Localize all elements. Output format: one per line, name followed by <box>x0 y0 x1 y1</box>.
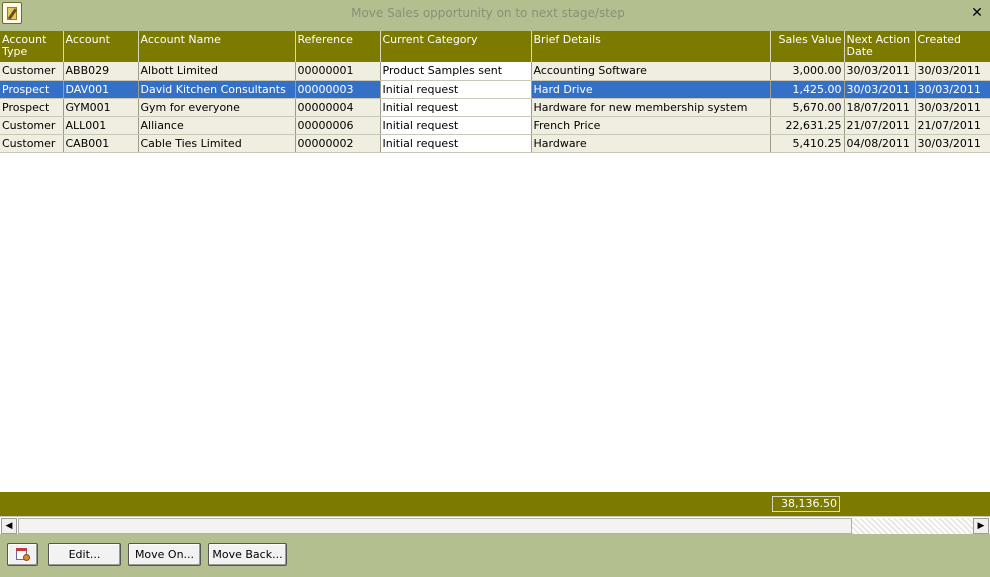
cell-account-name: David Kitchen Consultants <box>138 80 296 99</box>
cell-sales-value: 1,425.00 <box>770 80 845 99</box>
cell-brief-details: Accounting Software <box>531 62 771 81</box>
cell-account: DAV001 <box>63 80 139 99</box>
edit-button[interactable]: Edit... <box>48 543 121 566</box>
table-row[interactable]: Prospect GYM001 Gym for everyone 0000000… <box>0 98 990 117</box>
column-header-account[interactable]: Account <box>63 31 139 62</box>
cell-current-category: Initial request <box>380 80 532 99</box>
column-header-reference[interactable]: Reference <box>295 31 381 62</box>
cell-next-action-date: 21/07/2011 <box>844 116 916 135</box>
cell-account: ALL001 <box>63 116 139 135</box>
cell-account-name: Albott Limited <box>138 62 296 81</box>
column-header-brief-details[interactable]: Brief Details <box>531 31 771 62</box>
cell-brief-details: Hardware <box>531 134 771 153</box>
cell-current-category: Initial request <box>380 116 532 135</box>
cell-next-action-date: 30/03/2011 <box>844 62 916 81</box>
cell-account-type: Customer <box>0 116 64 135</box>
cell-account-name: Alliance <box>138 116 296 135</box>
move-on-button[interactable]: Move On... <box>128 543 201 566</box>
cell-account: ABB029 <box>63 62 139 81</box>
totals-bar: 38,136.50 <box>0 492 990 516</box>
cell-reference: 00000002 <box>295 134 381 153</box>
cell-reference: 00000006 <box>295 116 381 135</box>
header-row: Account Type Account Account Name Refere… <box>0 31 990 62</box>
table-row[interactable]: Customer CAB001 Cable Ties Limited 00000… <box>0 134 990 153</box>
cell-next-action-date: 18/07/2011 <box>844 98 916 117</box>
cell-account: GYM001 <box>63 98 139 117</box>
calendar-icon <box>16 547 30 561</box>
cell-next-action-date: 04/08/2011 <box>844 134 916 153</box>
cell-account-type: Customer <box>0 62 64 81</box>
cell-sales-value: 5,410.25 <box>770 134 845 153</box>
scroll-left-arrow-icon[interactable]: ◀ <box>1 518 17 534</box>
table-row[interactable]: Customer ABB029 Albott Limited 00000001 … <box>0 62 990 81</box>
column-header-next-action-date[interactable]: Next Action Date <box>844 31 916 62</box>
scroll-track[interactable] <box>852 518 973 534</box>
cell-sales-value: 5,670.00 <box>770 98 845 117</box>
cell-account-name: Cable Ties Limited <box>138 134 296 153</box>
cell-created: 30/03/2011 <box>915 80 990 99</box>
table-row[interactable]: Customer ALL001 Alliance 00000006 Initia… <box>0 116 990 135</box>
cell-brief-details: Hardware for new membership system <box>531 98 771 117</box>
column-header-sales-value[interactable]: Sales Value <box>770 31 845 62</box>
opportunity-grid: Account Type Account Account Name Refere… <box>0 31 990 492</box>
column-header-current-category[interactable]: Current Category <box>380 31 532 62</box>
cell-reference: 00000004 <box>295 98 381 117</box>
cell-sales-value: 22,631.25 <box>770 116 845 135</box>
cell-created: 30/03/2011 <box>915 62 990 81</box>
column-header-account-name[interactable]: Account Name <box>138 31 296 62</box>
scroll-thumb[interactable] <box>18 518 852 534</box>
column-header-created[interactable]: Created <box>915 31 990 62</box>
cell-created: 21/07/2011 <box>915 116 990 135</box>
column-header-account-type[interactable]: Account Type <box>0 31 64 62</box>
scroll-right-arrow-icon[interactable]: ▶ <box>973 518 989 534</box>
cell-created: 30/03/2011 <box>915 98 990 117</box>
horizontal-scrollbar[interactable]: ◀ ▶ <box>0 516 990 534</box>
cell-current-category: Product Samples sent <box>380 62 532 81</box>
cell-account-type: Prospect <box>0 80 64 99</box>
close-button[interactable]: ✕ <box>968 5 986 21</box>
footer-toolbar: Edit... Move On... Move Back... <box>0 535 990 577</box>
cell-account-type: Prospect <box>0 98 64 117</box>
cell-current-category: Initial request <box>380 134 532 153</box>
cell-created: 30/03/2011 <box>915 134 990 153</box>
cell-account-type: Customer <box>0 134 64 153</box>
opportunity-table: Account Type Account Account Name Refere… <box>0 31 990 153</box>
cell-brief-details: French Price <box>531 116 771 135</box>
sales-value-total: 38,136.50 <box>772 496 840 512</box>
cell-brief-details: Hard Drive <box>531 80 771 99</box>
cell-reference: 00000003 <box>295 80 381 99</box>
cell-next-action-date: 30/03/2011 <box>844 80 916 99</box>
cell-current-category: Initial request <box>380 98 532 117</box>
calendar-button[interactable] <box>7 543 38 566</box>
move-back-button[interactable]: Move Back... <box>208 543 287 566</box>
cell-sales-value: 3,000.00 <box>770 62 845 81</box>
cell-reference: 00000001 <box>295 62 381 81</box>
title-bar: Move Sales opportunity on to next stage/… <box>0 0 990 28</box>
window-title: Move Sales opportunity on to next stage/… <box>351 6 625 20</box>
cell-account: CAB001 <box>63 134 139 153</box>
cell-account-name: Gym for everyone <box>138 98 296 117</box>
table-row-selected[interactable]: Prospect DAV001 David Kitchen Consultant… <box>0 80 990 99</box>
